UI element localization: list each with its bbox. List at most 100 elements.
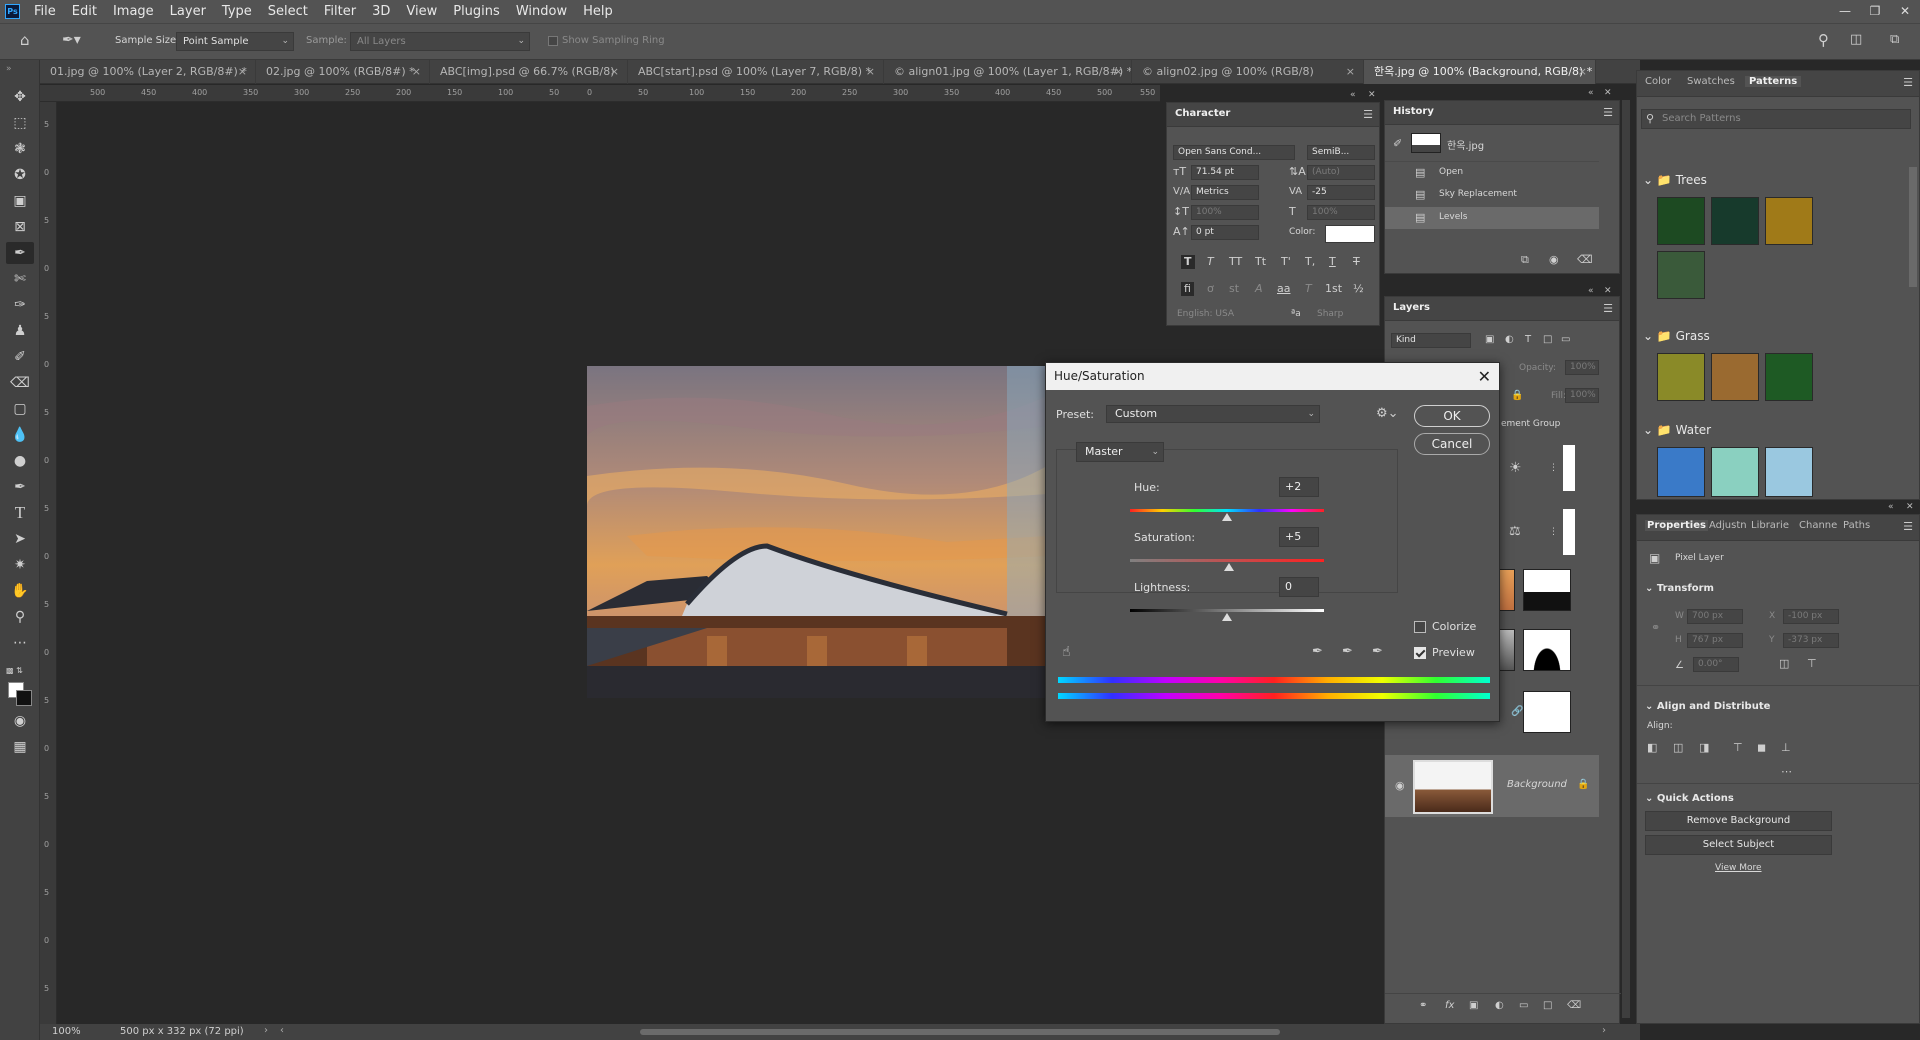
hue-slider-track[interactable] [1130, 509, 1324, 512]
menu-layer[interactable]: Layer [162, 0, 214, 23]
tab-paths[interactable]: Paths [1843, 520, 1870, 531]
hue-slider-thumb[interactable] [1222, 513, 1232, 521]
panel-scrollbar[interactable] [1622, 100, 1630, 1018]
collapse-icon[interactable]: « [1888, 502, 1894, 512]
tab-hanok[interactable]: 한옥.jpg @ 100% (Background, RGB/8) * × [1364, 60, 1596, 84]
transform-section[interactable]: ⌄ Transform [1645, 583, 1714, 594]
pattern-group-water[interactable]: ⌄ 📁 Water [1643, 423, 1711, 437]
lightness-value-field[interactable]: 0 [1279, 577, 1319, 597]
tab-color[interactable]: Color [1645, 76, 1671, 87]
tracking-field[interactable]: -25 [1307, 185, 1375, 200]
pattern-swatch[interactable] [1657, 447, 1705, 497]
pattern-group-trees[interactable]: ⌄ 📁 Trees [1643, 173, 1707, 187]
pattern-swatch[interactable] [1765, 447, 1813, 497]
visibility-eye-icon[interactable]: ◉ [1395, 779, 1405, 793]
show-sampling-ring-checkbox[interactable] [548, 36, 558, 46]
menu-help[interactable]: Help [575, 0, 621, 23]
character-panel-title[interactable]: Character [1175, 108, 1230, 119]
targeted-adjustment-hand-icon[interactable]: ☝ [1062, 645, 1071, 659]
menu-type[interactable]: Type [214, 0, 260, 23]
close-panel-icon[interactable]: ✕ [1604, 88, 1612, 98]
pattern-group-grass[interactable]: ⌄ 📁 Grass [1643, 329, 1710, 343]
cancel-button[interactable]: Cancel [1414, 433, 1490, 455]
eyedropper-minus-icon[interactable]: ✒ [1372, 645, 1383, 659]
flip-vertical-icon[interactable]: ⊤ [1807, 657, 1817, 671]
lasso-tool-icon[interactable]: ❃ [6, 138, 34, 160]
panel-menu-icon[interactable]: ☰ [1363, 108, 1373, 121]
preset-select[interactable]: Custom ⌄ [1106, 405, 1320, 423]
collapse-icon[interactable]: « [1588, 286, 1594, 296]
history-panel-title[interactable]: History [1393, 106, 1434, 117]
close-icon[interactable]: × [412, 60, 421, 84]
pattern-swatch[interactable] [1711, 353, 1759, 401]
tab-adjustments[interactable]: Adjustn [1709, 520, 1747, 531]
tab-channels[interactable]: Channe [1799, 520, 1837, 531]
close-icon[interactable]: × [1346, 60, 1355, 84]
pattern-swatch[interactable] [1765, 353, 1813, 401]
tab-align02[interactable]: © align02.jpg @ 100% (RGB/8) × [1132, 60, 1364, 84]
layer-group-name[interactable]: ement Group [1501, 419, 1560, 429]
swash-icon[interactable]: A [1255, 282, 1263, 296]
font-size-field[interactable]: 71.54 pt [1191, 165, 1259, 180]
close-icon[interactable]: × [1578, 60, 1587, 84]
zoom-tool-icon[interactable]: ⚲ [6, 606, 34, 628]
close-icon[interactable]: × [238, 60, 247, 84]
panel-menu-icon[interactable]: ☰ [1603, 302, 1613, 315]
new-group-icon[interactable]: ▭ [1519, 999, 1528, 1013]
menu-image[interactable]: Image [105, 0, 162, 23]
hand-tool-icon[interactable]: ✋ [6, 580, 34, 602]
marquee-tool-icon[interactable]: ⬚ [6, 112, 34, 134]
scroll-left-icon[interactable]: ‹ [280, 1025, 284, 1036]
eyedropper-icon[interactable]: ✒ [1312, 645, 1323, 659]
search-icon[interactable]: ⚲ [1818, 33, 1829, 48]
subscript-icon[interactable]: T, [1305, 255, 1315, 269]
superscript-icon[interactable]: T' [1281, 255, 1291, 269]
dodge-tool-icon[interactable]: ● [6, 450, 34, 472]
underline-icon[interactable]: T [1329, 255, 1336, 269]
close-icon[interactable]: ✕ [1478, 363, 1491, 390]
crop-tool-icon[interactable]: ▣ [6, 190, 34, 212]
panel-menu-icon[interactable]: ☰ [1603, 106, 1613, 119]
lock-icon[interactable]: 🔒 [1511, 389, 1523, 403]
layer-filter-kind[interactable]: Kind [1391, 333, 1471, 348]
close-window-icon[interactable]: ✕ [1890, 0, 1920, 23]
share-icon[interactable]: ⧉ [1890, 33, 1899, 47]
trash-icon[interactable]: ⌫ [1577, 253, 1593, 267]
more-tools-icon[interactable]: ⋯ [6, 632, 34, 654]
vertical-scale-field[interactable]: 100% [1191, 205, 1259, 220]
titling-alt-icon[interactable]: aa [1277, 282, 1290, 296]
align-center-h-icon[interactable]: ◫ [1673, 741, 1683, 755]
all-caps-icon[interactable]: TT [1229, 255, 1242, 269]
channel-select[interactable]: Master ⌄ [1076, 442, 1164, 462]
tab-properties[interactable]: Properties [1645, 520, 1708, 531]
fractions-icon[interactable]: ½ [1353, 282, 1364, 296]
screen-mode-icon[interactable]: ▦ [6, 736, 34, 758]
stamp-tool-icon[interactable]: ♟ [6, 320, 34, 342]
tab-abc-start[interactable]: ABC[start].psd @ 100% (Layer 7, RGB/8) *… [628, 60, 884, 84]
document-info[interactable]: 500 px x 332 px (72 ppi) [120, 1026, 244, 1037]
more-options-icon[interactable]: ⋯ [1781, 765, 1792, 779]
link-dimensions-icon[interactable]: ⚭ [1651, 621, 1660, 635]
layer-style-fx-icon[interactable]: fx [1445, 999, 1454, 1013]
type-tool-icon[interactable]: T [6, 502, 34, 524]
healing-brush-tool-icon[interactable]: ✄ [6, 268, 34, 290]
new-layer-icon[interactable]: □ [1543, 999, 1552, 1013]
tab-swatches[interactable]: Swatches [1687, 76, 1735, 87]
tab-02-jpg[interactable]: 02.jpg @ 100% (RGB/8#) * × [256, 60, 430, 84]
menu-select[interactable]: Select [260, 0, 316, 23]
tab-01-jpg[interactable]: 01.jpg @ 100% (Layer 2, RGB/8#) * × [40, 60, 256, 84]
background-color-swatch[interactable] [16, 690, 32, 706]
align-top-icon[interactable]: ⊤ [1733, 741, 1743, 755]
quick-mask-icon[interactable]: ◉ [6, 710, 34, 732]
panel-menu-icon[interactable]: ☰ [1903, 76, 1913, 89]
lightness-slider-track[interactable] [1130, 609, 1324, 612]
font-style-select[interactable]: SemiB... [1307, 145, 1375, 160]
hue-value-field[interactable]: +2 [1279, 477, 1319, 497]
layer-row[interactable]: ⚖ ⋮ [1501, 507, 1601, 557]
move-tool-icon[interactable]: ✥ [6, 86, 34, 108]
lightness-slider-thumb[interactable] [1222, 613, 1232, 621]
y-field[interactable]: -373 px [1783, 633, 1839, 648]
layer-mask-thumbnail[interactable] [1523, 629, 1571, 671]
menu-view[interactable]: View [398, 0, 445, 23]
path-select-tool-icon[interactable]: ➤ [6, 528, 34, 550]
